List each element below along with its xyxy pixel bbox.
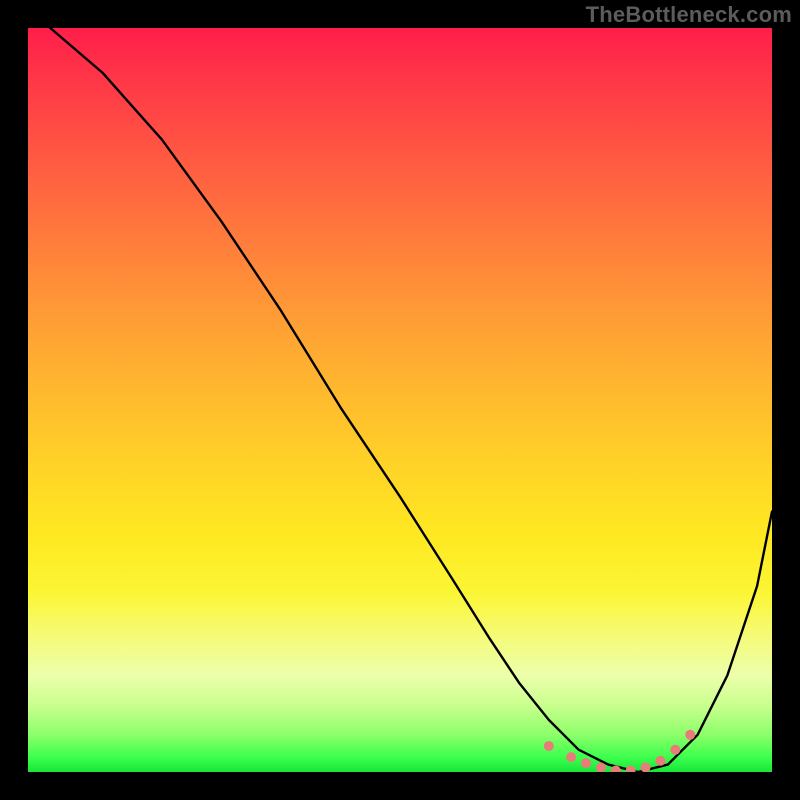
marker-dot: [670, 745, 680, 755]
marker-dot: [544, 741, 554, 751]
marker-dot: [626, 766, 636, 773]
marker-dot: [581, 758, 591, 768]
bottleneck-curve: [50, 28, 772, 772]
marker-dot: [641, 763, 651, 773]
plot-area: [28, 28, 772, 772]
chart-svg: [28, 28, 772, 772]
chart-frame: TheBottleneck.com: [0, 0, 800, 800]
watermark-label: TheBottleneck.com: [586, 2, 792, 28]
marker-dot: [655, 756, 665, 766]
marker-dot: [685, 730, 695, 740]
marker-dot: [566, 752, 576, 762]
